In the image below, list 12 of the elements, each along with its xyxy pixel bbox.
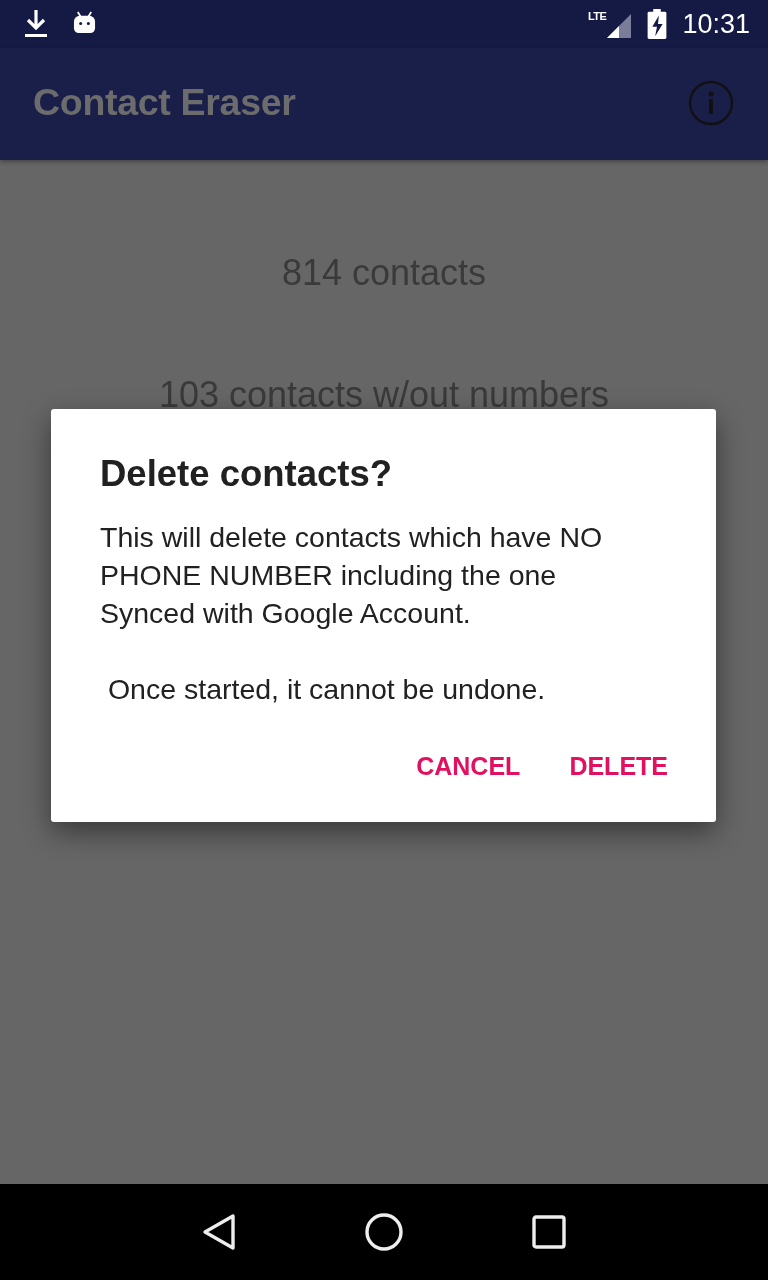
network-type-label: LTE [587,10,607,22]
download-icon [24,10,48,38]
home-icon[interactable] [364,1212,404,1252]
dialog-message: This will delete contacts which have NO PHONE NUMBER including the one Synced with Google Account. [100,520,604,631]
robot-icon [72,10,97,34]
dialog-button[interactable]: DELETE [557,738,680,794]
dialog-title: Delete contacts? [100,453,394,495]
dialog-warning: Once started, it cannot be undone. [106,672,547,707]
dialog-button[interactable]: CANCEL [404,738,533,794]
clock-time: 10:31 [682,8,750,40]
app-title: Contact Eraser [33,80,296,124]
signal-icon [607,14,632,38]
